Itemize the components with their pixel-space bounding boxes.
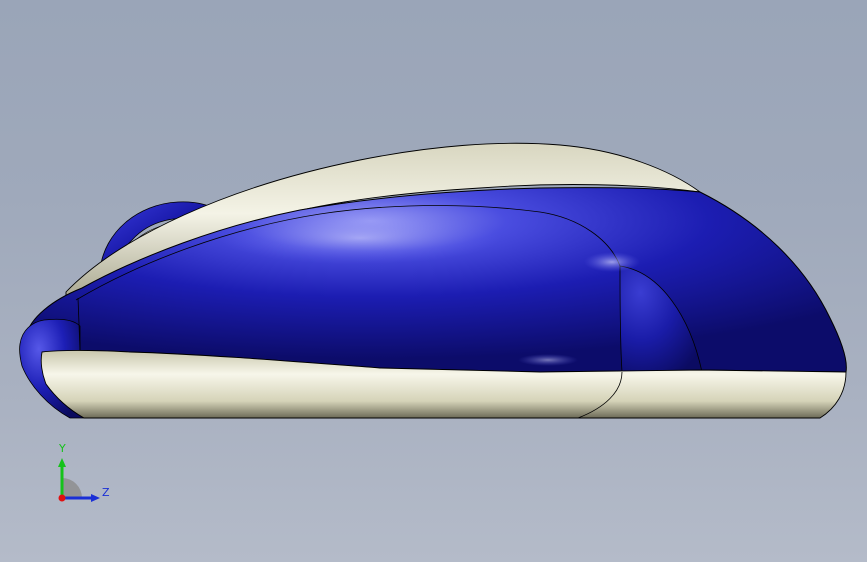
z-arrow-icon (91, 494, 100, 502)
triad-plane-icon (62, 478, 82, 498)
mouse-model[interactable] (0, 0, 867, 562)
y-axis-label: Y (59, 442, 66, 455)
y-arrow-icon (58, 458, 66, 467)
body-highlight (220, 212, 500, 264)
x-axis-dot-icon (58, 494, 66, 502)
graphics-viewport[interactable]: Y Z (0, 0, 867, 562)
z-axis-label: Z (102, 486, 110, 499)
panel-highlight (584, 252, 640, 272)
lower-highlight (518, 354, 578, 366)
